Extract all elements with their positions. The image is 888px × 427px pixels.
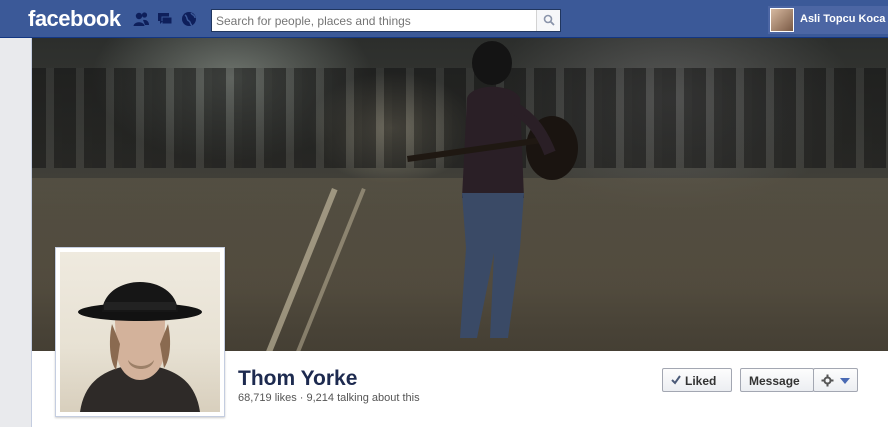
liked-button[interactable]: Liked: [662, 368, 732, 392]
message-label: Message: [749, 374, 800, 388]
account-name: Asli Topcu Koca: [800, 13, 886, 25]
avatar: [770, 8, 794, 32]
search-box[interactable]: [211, 9, 561, 32]
page-title[interactable]: Thom Yorke: [238, 367, 357, 391]
search-icon: [543, 14, 555, 26]
page-stats: 68,719 likes · 9,214 talking about this: [238, 392, 420, 404]
logo-text: facebook: [28, 6, 121, 31]
globe-notifications-icon[interactable]: [180, 9, 198, 29]
profile-picture[interactable]: [55, 247, 225, 417]
messages-icon[interactable]: [156, 9, 174, 29]
facebook-logo[interactable]: facebook: [24, 5, 126, 33]
message-button[interactable]: Message: [740, 368, 814, 392]
search-button[interactable]: [536, 10, 560, 31]
liked-label: Liked: [685, 374, 717, 388]
jewel-icons: [130, 9, 202, 29]
search-input[interactable]: [216, 12, 536, 30]
check-icon: [671, 375, 681, 385]
settings-dropdown-button[interactable]: [813, 368, 858, 392]
friends-icon[interactable]: [132, 9, 150, 29]
cover-guitarist-figure: [407, 41, 578, 338]
gear-icon: [821, 374, 834, 387]
account-profile-link[interactable]: Asli Topcu Koca: [768, 6, 888, 34]
profile-photo: [60, 252, 220, 412]
chevron-down-icon: [840, 378, 850, 384]
page-timeline: Thom Yorke 68,719 likes · 9,214 talking …: [31, 38, 888, 427]
top-navigation-bar: facebook Asli Topcu Koca: [0, 0, 888, 38]
